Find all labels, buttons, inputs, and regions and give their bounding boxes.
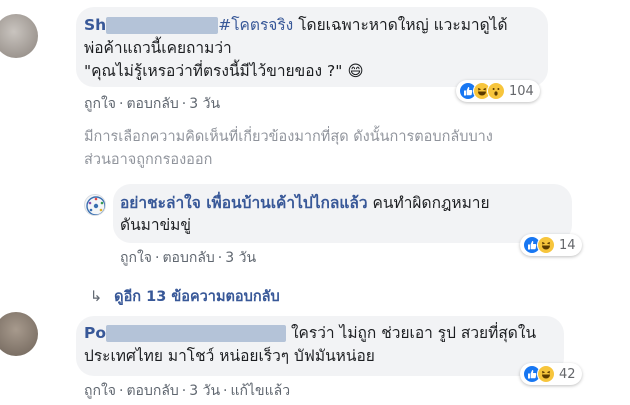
comment-author[interactable]: Po [84,324,106,342]
filtered-replies-notice: มีการเลือกความคิดเห็นที่เกี่ยวข้องมากที่… [84,129,493,145]
reply-avatar[interactable] [84,194,106,216]
like-link[interactable]: ถูกใจ [84,383,116,399]
commenter-avatar[interactable] [0,312,38,356]
timestamp[interactable]: 3 วัน [189,96,220,112]
reply-link[interactable]: ตอบกลับ [162,250,214,266]
timestamp[interactable]: 3 วัน [225,250,256,266]
edited-label[interactable]: แก้ไขแล้ว [231,383,291,399]
comment-author[interactable]: Sh [84,16,106,34]
reply-actions: ถูกใจ · ตอบกลับ · 3 วัน [120,250,257,266]
filtered-replies-notice: ส่วนอาจถูกกรองออก [84,152,213,168]
reaction-summary[interactable]: 14 [520,234,582,256]
reaction-count: 14 [559,237,576,253]
comment-actions: ถูกใจ · ตอบกลับ · 3 วัน [84,96,221,112]
reaction-count: 42 [559,366,576,382]
wow-icon [487,82,505,100]
comment-text-line: พ่อค้าแถวนี้เคยถามว่า [84,39,232,57]
reply-author[interactable]: อย่าชะล่าใจ เพื่อนบ้านเค้าไปไกลแล้ว [120,194,368,212]
reply-text-line: ดันมาข่มขู่ [120,216,191,234]
reply-link[interactable]: ตอบกลับ [126,383,178,399]
haha-icon [537,236,555,254]
reaction-summary[interactable]: 42 [520,363,582,385]
view-more-replies-link[interactable]: ↳ ดูอีก 13 ข้อความตอบกลับ [90,285,280,308]
comment-text-line: "คุณไม่รู้เหรอว่าที่ตรงนี้มีไว้ขายของ ?"… [84,62,364,80]
timestamp[interactable]: 3 วัน [189,383,220,399]
reaction-summary[interactable]: 104 [456,80,540,102]
haha-icon [537,365,555,383]
hashtag-link[interactable]: #โคตรจริง [218,16,293,34]
like-link[interactable]: ถูกใจ [120,250,152,266]
comment-text-line: ประเทศไทย มาโชว์ หน่อยเร็วๆ บัฟมันหน่อย [84,347,375,365]
like-link[interactable]: ถูกใจ [84,96,116,112]
reaction-count: 104 [509,83,534,99]
comment-actions: ถูกใจ · ตอบกลับ · 3 วัน · แก้ไขแล้ว [84,383,291,399]
reply-link[interactable]: ตอบกลับ [126,96,178,112]
comment-text-line: Po ใครว่า ไม่ถูก ช่วยเอา รูป สวยที่สุดใน [84,324,537,342]
redacted-name [106,17,219,34]
redacted-name [106,325,287,342]
comment-text-line: Sh #โคตรจริง โดยเฉพาะหาดใหญ่ แวะมาดูได้ [84,16,508,34]
reply-arrow-icon: ↳ [90,289,103,305]
reply-text-line: อย่าชะล่าใจ เพื่อนบ้านเค้าไปไกลแล้ว คนทำ… [120,194,490,212]
commenter-avatar[interactable] [0,14,38,58]
